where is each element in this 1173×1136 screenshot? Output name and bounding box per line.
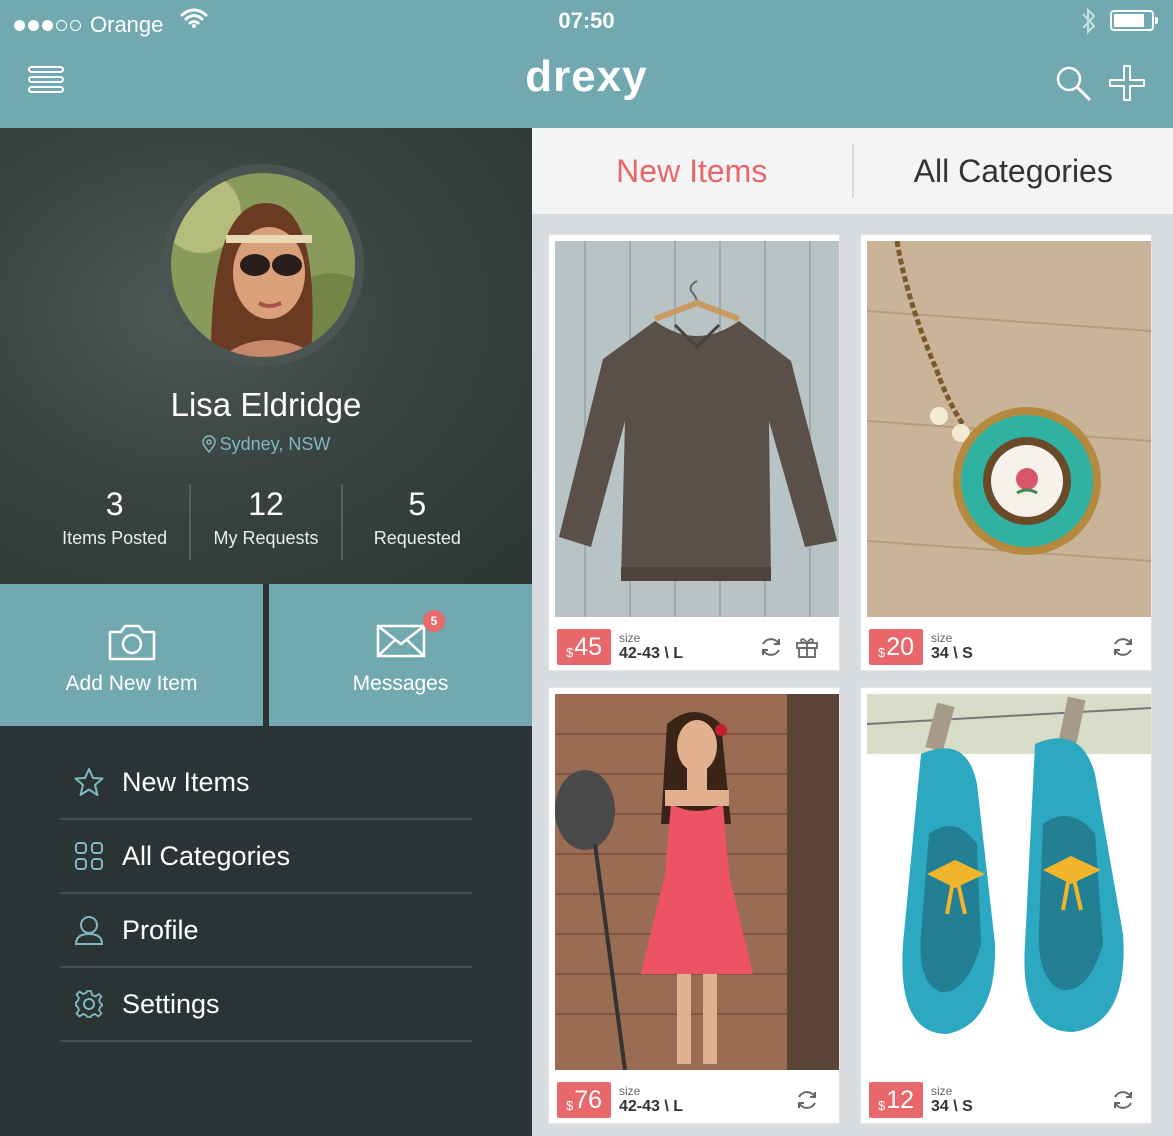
stat-my-requests[interactable]: 12 My Requests	[189, 484, 340, 560]
price-tag: $20	[869, 629, 923, 665]
size-value: 42-43 \ L	[619, 645, 684, 662]
stat-items-posted[interactable]: 3 Items Posted	[40, 484, 189, 560]
envelope-icon	[376, 624, 425, 658]
item-photo-necklace[interactable]	[867, 241, 1151, 617]
size-info: size 34 \ S	[931, 1084, 973, 1115]
category-tabs: New Items All Categories	[532, 128, 1173, 214]
item-card[interactable]: $20 size 34 \ S	[860, 234, 1152, 671]
nav-item-all-categories[interactable]: All Categories	[60, 820, 472, 894]
stat-requested[interactable]: 5 Requested	[340, 484, 492, 560]
messages-label: Messages	[352, 672, 449, 695]
grid-icon	[75, 842, 103, 870]
nav-label: New Items	[122, 766, 250, 797]
profile-card: Lisa Eldridge Sydney, NSW 3 Items Posted…	[0, 128, 532, 584]
tab-new-items[interactable]: New Items	[532, 153, 852, 190]
profile-location: Sydney, NSW	[0, 434, 532, 455]
stat-value: 5	[408, 486, 427, 522]
price-value: 45	[574, 632, 603, 661]
avatar[interactable]	[162, 164, 364, 366]
user-icon	[74, 916, 104, 945]
item-card[interactable]: $12 size 34 \ S	[860, 687, 1152, 1124]
gift-icon[interactable]	[795, 635, 819, 659]
profile-name: Lisa Eldridge	[170, 386, 362, 423]
profile-stats: 3 Items Posted 12 My Requests 5 Requeste…	[40, 484, 492, 560]
camera-icon	[108, 624, 155, 661]
search-icon[interactable]	[1054, 64, 1092, 102]
side-nav: New Items All Categories Profile Setting…	[60, 746, 472, 1042]
app-logo: drexy	[525, 52, 648, 101]
price-tag: $76	[557, 1082, 611, 1118]
add-new-item-label: Add New Item	[65, 672, 198, 695]
messages-button[interactable]: 5 Messages	[269, 584, 532, 726]
item-photo-slippers[interactable]	[867, 694, 1151, 1070]
swap-icon[interactable]	[1111, 1088, 1135, 1112]
gear-icon	[75, 990, 103, 1018]
side-menu: Lisa Eldridge Sydney, NSW 3 Items Posted…	[0, 128, 532, 1136]
tab-all-categories[interactable]: All Categories	[854, 153, 1173, 190]
price-tag: $12	[869, 1082, 923, 1118]
nav-label: Settings	[122, 988, 220, 1019]
messages-badge: 5	[423, 610, 445, 632]
item-photo-dress[interactable]	[555, 694, 839, 1070]
location-pin-icon	[201, 435, 216, 454]
size-value: 42-43 \ L	[619, 1098, 684, 1115]
swap-icon[interactable]	[759, 635, 783, 659]
stat-label: Requested	[373, 528, 461, 548]
location-text: Sydney, NSW	[219, 434, 331, 454]
stat-label: My Requests	[213, 528, 319, 548]
size-info: size 42-43 \ L	[619, 631, 684, 662]
price-value: 20	[886, 632, 915, 661]
status-bar: Orange 07:50	[0, 0, 1173, 44]
size-info: size 42-43 \ L	[619, 1084, 684, 1115]
price-value: 76	[574, 1085, 603, 1114]
stat-label: Items Posted	[62, 528, 168, 548]
item-card[interactable]: $45 size 42-43 \ L	[548, 234, 840, 671]
bluetooth-icon	[1082, 7, 1096, 35]
item-photo-sweater[interactable]	[555, 241, 839, 617]
star-icon	[74, 768, 104, 796]
clock: 07:50	[558, 8, 615, 33]
nav-item-profile[interactable]: Profile	[60, 894, 472, 968]
swap-icon[interactable]	[1111, 635, 1135, 659]
quick-actions: Add New Item 5 Messages	[0, 584, 532, 726]
top-bar: Orange 07:50 drexy	[0, 0, 1173, 128]
stat-value: 12	[248, 486, 284, 522]
items-panel: New Items All Categories $45 size 42-43 …	[532, 128, 1173, 1136]
nav-item-new-items[interactable]: New Items	[60, 746, 472, 820]
nav-label: Profile	[122, 914, 199, 945]
add-new-item-button[interactable]: Add New Item	[0, 584, 263, 726]
plus-icon[interactable]	[1108, 64, 1146, 102]
size-value: 34 \ S	[931, 1098, 973, 1115]
price-value: 12	[886, 1085, 915, 1114]
swap-icon[interactable]	[795, 1088, 819, 1112]
size-value: 34 \ S	[931, 645, 973, 662]
nav-label: All Categories	[122, 840, 291, 871]
nav-item-settings[interactable]: Settings	[60, 968, 472, 1042]
stat-value: 3	[105, 486, 124, 522]
price-tag: $45	[557, 629, 611, 665]
item-card[interactable]: $76 size 42-43 \ L	[548, 687, 840, 1124]
battery-icon	[1110, 10, 1158, 31]
size-info: size 34 \ S	[931, 631, 973, 662]
